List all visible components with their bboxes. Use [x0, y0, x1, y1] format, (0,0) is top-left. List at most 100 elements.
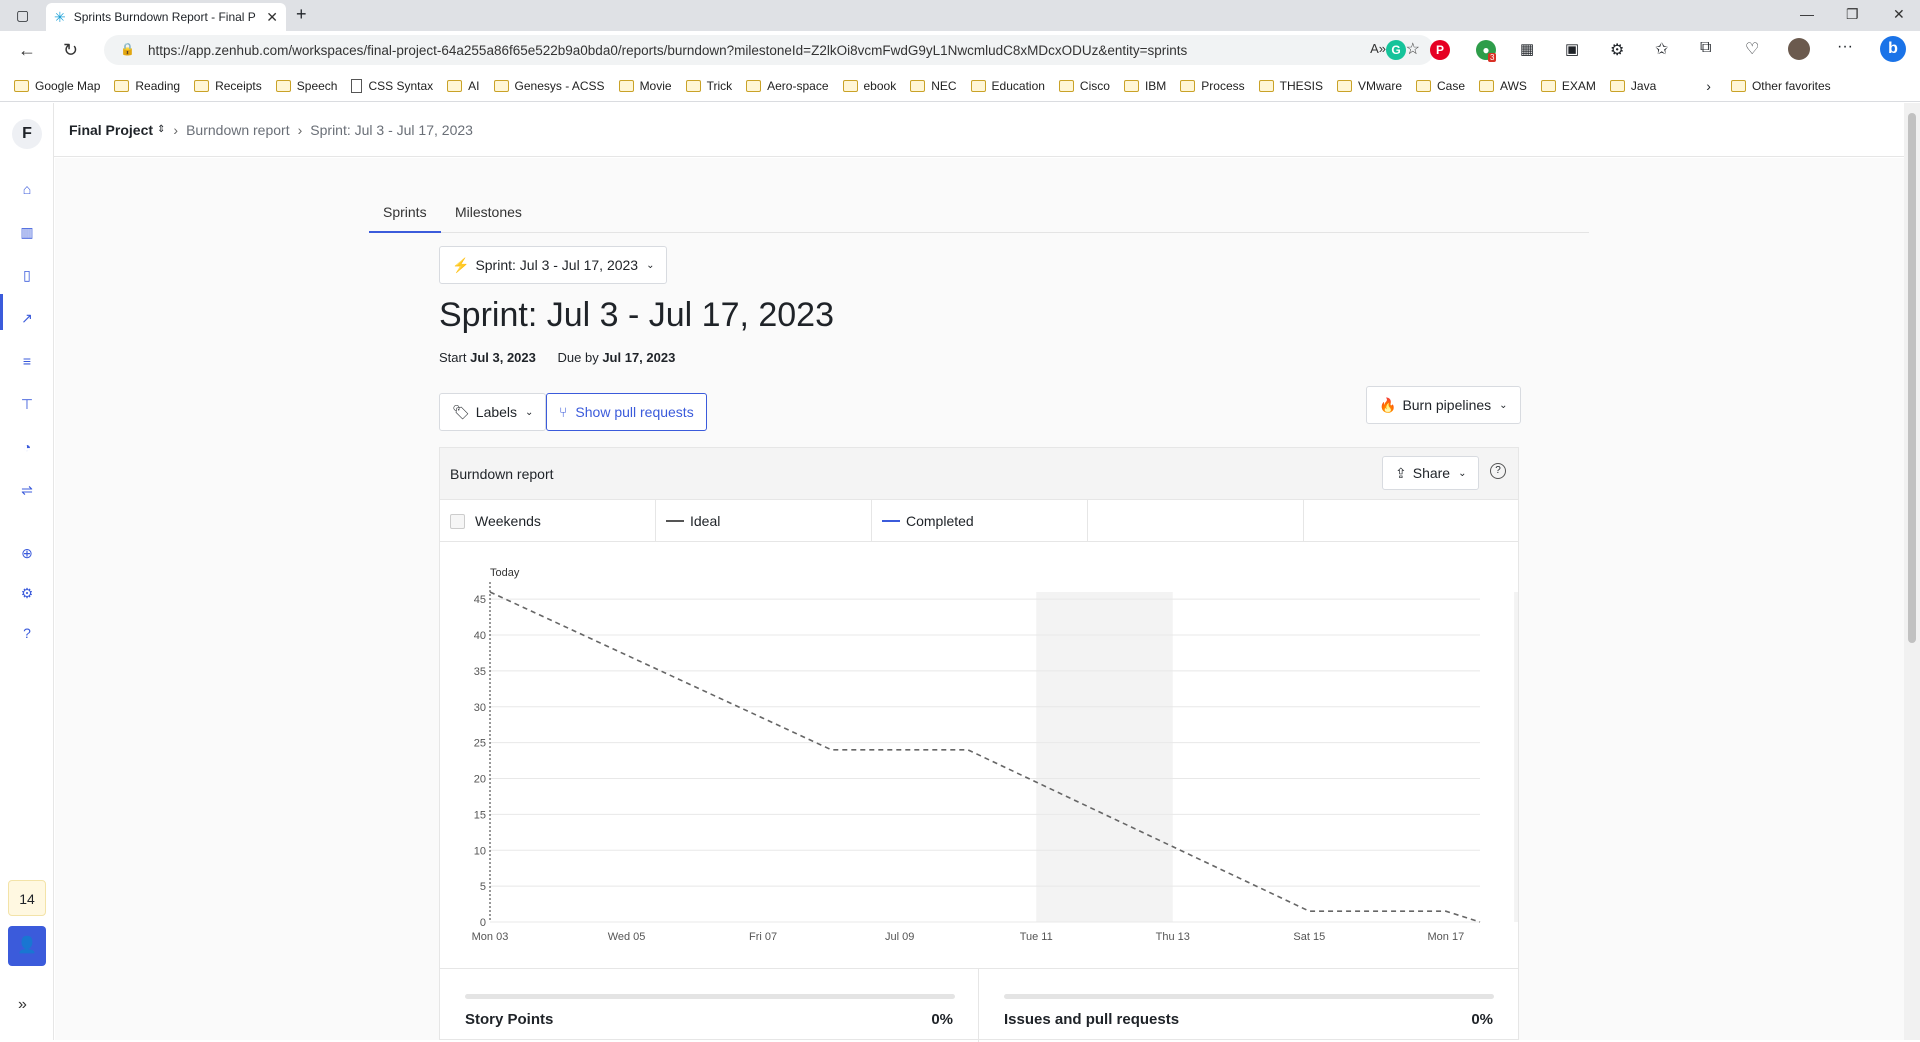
completed-line-icon [882, 520, 900, 522]
burn-pipelines-button[interactable]: 🔥 Burn pipelines ⌄ [1366, 386, 1521, 424]
restore-icon[interactable]: ❐ [1846, 6, 1859, 23]
stat-value: 0% [931, 1011, 953, 1028]
collections-icon[interactable]: ⧉ [1700, 39, 1711, 57]
minimize-icon[interactable]: — [1800, 6, 1814, 22]
release-icon[interactable]: ⊤ [18, 395, 36, 413]
legend-empty [1088, 500, 1304, 542]
new-tab-icon[interactable]: + [296, 4, 307, 25]
sprint-dates: Start Jul 3, 2023 Due by Jul 17, 2023 [439, 350, 675, 365]
notifications-icon[interactable]: ◔ [18, 438, 36, 456]
bookmark-item[interactable]: Java [1609, 79, 1656, 93]
bookmark-item[interactable]: Cisco [1058, 79, 1110, 93]
roadmap-icon[interactable]: ≡ [18, 352, 36, 370]
bookmark-icon[interactable]: ▯ [18, 266, 36, 284]
sprint-select[interactable]: ⚡ Sprint: Jul 3 - Jul 17, 2023 ⌄ [439, 246, 668, 284]
bookmark-item[interactable]: AI [447, 79, 480, 93]
url-field[interactable]: 🔒 https://app.zenhub.com/workspaces/fina… [104, 35, 1434, 65]
bookmark-item[interactable]: EXAM [1540, 79, 1596, 93]
bookmark-item[interactable]: Speech [275, 79, 337, 93]
bookmark-item[interactable]: THESIS [1258, 79, 1323, 93]
tab-milestones[interactable]: Milestones [441, 198, 536, 233]
bookmark-item[interactable]: ebook [842, 79, 896, 93]
bookmark-item[interactable]: IBM [1123, 79, 1166, 93]
close-tab-icon[interactable]: ✕ [266, 9, 278, 26]
bookmark-item[interactable]: Process [1180, 79, 1245, 93]
report-title: Burndown report [450, 466, 554, 482]
invite-user-button[interactable]: 👤 [8, 926, 46, 966]
y-tick-label: 45 [474, 594, 486, 606]
y-tick-label: 35 [474, 666, 486, 678]
legend-completed[interactable]: Completed [872, 500, 1088, 542]
bookmark-item[interactable]: Movie [618, 79, 672, 93]
bookmark-item[interactable]: Aero-space [746, 79, 829, 93]
bookmark-item[interactable]: Receipts [194, 79, 262, 93]
favorite-star-icon[interactable]: ☆ [1406, 39, 1420, 59]
help-icon[interactable]: ? [18, 624, 36, 642]
bing-icon[interactable]: b [1880, 36, 1906, 62]
back-icon[interactable]: ← [18, 40, 36, 61]
y-tick-label: 20 [474, 774, 486, 786]
bookmark-item[interactable]: Case [1416, 79, 1465, 93]
stat-issues-prs: Issues and pull requests 0% [979, 969, 1518, 1042]
weekends-checkbox[interactable] [450, 513, 465, 529]
favorites-icon[interactable]: ✩ [1655, 39, 1668, 59]
expand-sidebar-icon[interactable]: » [18, 996, 27, 1014]
workspace-switcher[interactable]: Final Project [69, 122, 153, 138]
breadcrumb-report[interactable]: Burndown report [186, 122, 290, 138]
bookmark-item[interactable]: Genesys - ACSS [493, 79, 605, 93]
read-aloud-icon[interactable]: A» [1370, 41, 1386, 56]
legend-ideal[interactable]: Ideal [656, 500, 872, 542]
folder-icon [685, 80, 701, 92]
refresh-icon[interactable]: ↻ [63, 40, 78, 61]
tab-sprints[interactable]: Sprints [369, 198, 441, 233]
browser-tab[interactable]: ✳ Sprints Burndown Report - Final P ✕ [46, 3, 286, 31]
bookmark-item[interactable]: Reading [114, 79, 180, 93]
share-button[interactable]: ⇪ Share ⌄ [1382, 456, 1480, 490]
folder-icon [194, 80, 210, 92]
board-icon[interactable]: ▥ [18, 223, 36, 241]
bookmark-item[interactable]: Google Map [14, 79, 100, 93]
bookmark-item[interactable]: VMware [1336, 79, 1402, 93]
settings-icon[interactable]: ⚙ [18, 584, 36, 602]
other-favorites[interactable]: Other favorites [1730, 79, 1831, 93]
help-icon[interactable]: ? [1490, 463, 1506, 479]
performance-icon[interactable]: ♡ [1745, 39, 1759, 59]
breadcrumb: Final Project ⇕ › Burndown report › Spri… [54, 103, 1904, 157]
extensions-puzzle-icon[interactable]: ⚙ [1610, 40, 1624, 60]
grammarly-icon[interactable]: G [1386, 40, 1406, 60]
screen-icon[interactable]: ▣ [1565, 40, 1579, 58]
bookmark-item[interactable]: Trick [685, 79, 732, 93]
workspace-avatar[interactable]: F [12, 119, 42, 149]
notification-count[interactable]: 14 [8, 880, 46, 916]
bookmark-item[interactable]: NEC [910, 79, 957, 93]
legend-weekends[interactable]: Weekends [440, 500, 656, 542]
bookmarks-bar: Google Map Reading Receipts Speech CSS S… [0, 71, 1920, 102]
bookmark-item[interactable]: Education [970, 79, 1045, 93]
close-window-icon[interactable]: ✕ [1893, 6, 1905, 23]
active-nav-indicator [0, 294, 3, 330]
home-icon[interactable]: ⌂ [18, 180, 36, 198]
folder-icon [1123, 80, 1139, 92]
folder-icon [1180, 80, 1196, 92]
show-pull-requests-button[interactable]: ⑂ Show pull requests [546, 393, 707, 431]
add-icon[interactable]: ⊕ [18, 544, 36, 562]
folder-icon [1336, 80, 1352, 92]
x-tick-label: Fri 07 [749, 931, 777, 943]
tab-title: Sprints Burndown Report - Final P [73, 10, 256, 24]
workflow-icon[interactable]: ⇌ [18, 481, 36, 499]
profile-avatar[interactable] [1788, 38, 1810, 60]
y-tick-label: 25 [474, 738, 486, 750]
reports-icon[interactable]: ↗ [18, 309, 36, 327]
folder-icon [1609, 80, 1625, 92]
labels-button[interactable]: 🏷 Labels ⌄ [439, 393, 547, 431]
tab-actions-icon[interactable]: ▢ [16, 7, 29, 24]
page-scrollbar[interactable] [1904, 103, 1920, 1040]
bookmark-item[interactable]: AWS [1479, 79, 1527, 93]
scroll-thumb[interactable] [1908, 113, 1916, 643]
apps-grid-icon[interactable]: ▦ [1520, 40, 1534, 58]
pinterest-icon[interactable]: P [1430, 40, 1450, 60]
bookmark-item[interactable]: CSS Syntax [351, 79, 433, 93]
more-bookmarks-icon[interactable]: › [1706, 78, 1711, 94]
settings-menu-icon[interactable]: ··· [1837, 38, 1853, 56]
due-label: Due by [557, 350, 599, 365]
